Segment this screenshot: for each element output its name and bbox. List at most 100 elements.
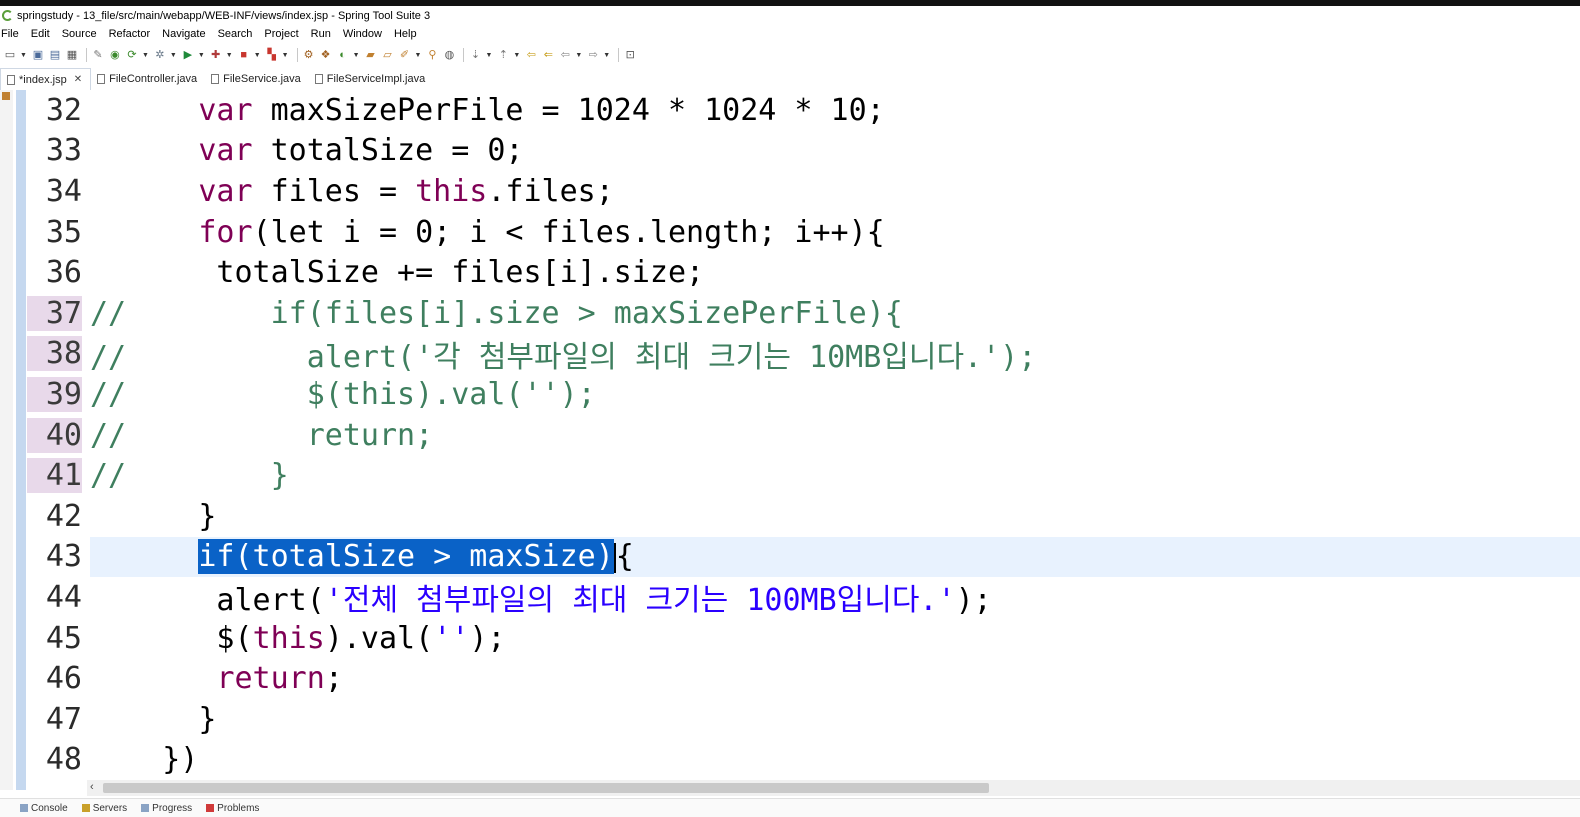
tab-problems[interactable]: Problems: [206, 803, 259, 814]
code-text: var maxSizePerFile = 1024 * 1024 * 10;: [198, 92, 885, 128]
horizontal-scrollbar[interactable]: ‹: [87, 780, 1580, 796]
menu-edit[interactable]: Edit: [31, 28, 50, 40]
navigate-forward-icon[interactable]: ⇨: [586, 48, 600, 62]
menu-project[interactable]: Project: [264, 28, 298, 40]
line-number: 44: [45, 579, 82, 615]
new-package-icon[interactable]: ❖: [319, 48, 333, 62]
scrollbar-thumb[interactable]: [103, 783, 989, 793]
last-edit-icon[interactable]: ⇦: [524, 48, 538, 62]
code-line: 37 // if(files[i].size > maxSizePerFile)…: [27, 293, 1580, 334]
tab-progress[interactable]: Progress: [141, 803, 192, 814]
line-number: 36: [45, 255, 82, 291]
code-line: 38 // alert('각 첨부파일의 최대 크기는 10MB입니다.');: [27, 334, 1580, 375]
bottom-panel-tabs: Console Servers Progress Problems: [0, 798, 1580, 817]
external-tools-icon[interactable]: ✚: [209, 48, 223, 62]
navigate-back-dropdown-icon[interactable]: ▼: [575, 52, 582, 59]
menu-refactor[interactable]: Refactor: [109, 28, 151, 40]
java-file-icon: [211, 74, 220, 84]
java-file-icon: [314, 74, 323, 84]
pencil-icon[interactable]: ✐: [398, 48, 412, 62]
line-number: 38: [27, 336, 82, 372]
tab-index-jsp[interactable]: *index.jsp ✕: [0, 68, 92, 90]
toolbar-separator: [618, 48, 620, 62]
new-class-dropdown-icon[interactable]: ▼: [353, 52, 360, 59]
back-icon[interactable]: ⇐: [541, 48, 555, 62]
menu-bar: File Edit Source Refactor Navigate Searc…: [0, 25, 1580, 43]
menu-file[interactable]: File: [1, 28, 19, 40]
code-text: }: [90, 701, 217, 737]
tab-file-controller[interactable]: FileController.java: [91, 68, 205, 90]
navigate-back-icon[interactable]: ⇦: [558, 48, 572, 62]
pin-editor-icon[interactable]: ⊡: [623, 48, 637, 62]
new-icon[interactable]: ▭: [3, 48, 17, 62]
close-icon[interactable]: ✕: [74, 74, 82, 85]
line-number: 47: [45, 701, 82, 737]
line-number: 45: [45, 620, 82, 656]
current-code-line: 43 if(totalSize > maxSize){: [27, 536, 1580, 578]
code-text: // alert('각 첨부파일의 최대 크기는 10MB입니다.');: [90, 339, 1037, 375]
line-number: 46: [45, 661, 82, 697]
code-text: if(totalSize > maxSize){: [198, 539, 634, 575]
run-dropdown-icon[interactable]: ▼: [198, 52, 205, 59]
menu-search[interactable]: Search: [218, 28, 253, 40]
line-number: 32: [45, 92, 82, 128]
package-explorer-icon[interactable]: [2, 92, 10, 100]
menu-run[interactable]: Run: [311, 28, 331, 40]
code-text: }: [90, 498, 217, 534]
open-folder-icon[interactable]: ▰: [364, 48, 378, 62]
code-text: var files = this.files;: [198, 173, 614, 209]
line-number: 40: [27, 417, 82, 453]
text-selection: if(totalSize > maxSize): [198, 539, 614, 575]
code-text: // if(files[i].size > maxSizePerFile){: [90, 295, 903, 331]
globe-icon[interactable]: ◍: [442, 48, 456, 62]
save-icon[interactable]: ▣: [31, 48, 45, 62]
search-icon[interactable]: ⚲: [425, 48, 439, 62]
navigate-forward-dropdown-icon[interactable]: ▼: [603, 52, 610, 59]
menu-navigate[interactable]: Navigate: [162, 28, 205, 40]
open-task-icon[interactable]: ▱: [381, 48, 395, 62]
minimized-views-strip: [0, 90, 13, 790]
progress-icon: [141, 804, 150, 812]
code-line: 40 // return;: [27, 415, 1580, 456]
jsp-file-icon: [7, 74, 15, 85]
tab-file-service[interactable]: FileService.java: [205, 68, 309, 90]
next-annotation-dropdown-icon[interactable]: ▼: [485, 52, 492, 59]
spring-app-icon: [2, 10, 13, 21]
server-dropdown-icon[interactable]: ▼: [282, 52, 289, 59]
external-tools-dropdown-icon[interactable]: ▼: [226, 52, 233, 59]
new-dropdown-icon[interactable]: ▼: [20, 52, 27, 59]
window-title: springstudy - 13_file/src/main/webapp/WE…: [17, 9, 431, 22]
scroll-left-icon[interactable]: ‹: [90, 781, 94, 793]
code-line: 48 }): [27, 740, 1580, 780]
spring-icon[interactable]: ◉: [108, 48, 122, 62]
change-marker-ruler: [16, 90, 26, 790]
server-icon[interactable]: ▚: [265, 48, 279, 62]
menu-help[interactable]: Help: [394, 28, 417, 40]
code-line: 35 for(let i = 0; i < files.length; i++)…: [27, 212, 1580, 253]
previous-annotation-icon[interactable]: ⇡: [496, 48, 510, 62]
editor-tabs: *index.jsp ✕ FileController.java FileSer…: [0, 68, 1580, 90]
print-icon[interactable]: ▦: [65, 48, 79, 62]
code-editor[interactable]: 32 var maxSizePerFile = 1024 * 1024 * 10…: [27, 90, 1580, 780]
new-class-icon[interactable]: ◐: [336, 48, 350, 62]
tab-file-service-impl[interactable]: FileServiceImpl.java: [309, 68, 433, 90]
stop-icon[interactable]: ■: [237, 48, 251, 62]
tab-console[interactable]: Console: [20, 803, 68, 814]
previous-annotation-dropdown-icon[interactable]: ▼: [513, 52, 520, 59]
line-number: 35: [45, 214, 82, 250]
debug-dropdown-icon[interactable]: ▼: [170, 52, 177, 59]
next-annotation-icon[interactable]: ⇣: [468, 48, 482, 62]
pencil-dropdown-icon[interactable]: ▼: [415, 52, 422, 59]
run-icon[interactable]: ▶: [181, 48, 195, 62]
debug-icon[interactable]: ✲: [153, 48, 167, 62]
save-all-icon[interactable]: ▤: [48, 48, 62, 62]
java-file-icon: [97, 74, 106, 84]
open-type-icon[interactable]: ⚙: [302, 48, 316, 62]
refresh-icon[interactable]: ⟳: [125, 48, 139, 62]
tab-servers[interactable]: Servers: [81, 803, 127, 814]
stop-dropdown-icon[interactable]: ▼: [254, 52, 261, 59]
refresh-dropdown-icon[interactable]: ▼: [142, 52, 149, 59]
menu-window[interactable]: Window: [343, 28, 382, 40]
menu-source[interactable]: Source: [62, 28, 97, 40]
toggle-mark-icon[interactable]: ✎: [91, 48, 105, 62]
